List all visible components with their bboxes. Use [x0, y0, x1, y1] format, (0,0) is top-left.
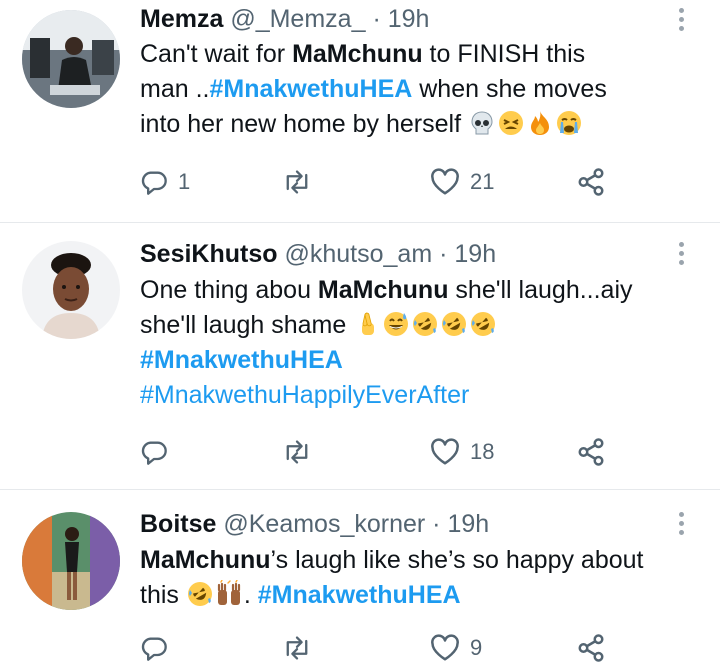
rofl-emoji — [471, 312, 496, 336]
hashtag-link[interactable]: #MnakwethuHappilyEverAfter — [140, 381, 469, 409]
display-name[interactable]: Boitse — [140, 510, 216, 538]
tweet-1[interactable]: Memza @_Memza_ · 19h Can't wait for MaMc… — [0, 0, 720, 222]
tweet-2[interactable]: SesiKhutso @khutso_am · 19h One thing ab… — [0, 223, 720, 489]
user-handle[interactable]: @khutso_am — [284, 240, 432, 268]
share-button[interactable] — [576, 432, 606, 472]
share-button[interactable] — [576, 162, 606, 202]
separator-dot: · — [432, 510, 441, 538]
tweet-text: MaMchunu’s laugh like she’s so happy abo… — [140, 546, 644, 609]
more-options-icon[interactable] — [672, 7, 692, 33]
avatar[interactable] — [22, 241, 120, 339]
reply-button[interactable] — [140, 628, 178, 668]
timestamp[interactable]: 19h — [454, 240, 496, 268]
hashtag-link[interactable]: #MnakwethuHEA — [209, 75, 412, 103]
mention-text: MaMchunu — [292, 40, 423, 68]
tweet-actions: 18 — [140, 432, 620, 472]
like-count: 21 — [470, 169, 495, 194]
reply-icon — [141, 171, 167, 195]
crossed-fingers-emoji — [362, 312, 375, 335]
avatar[interactable] — [22, 10, 120, 108]
tweet-text: One thing abou MaMchunu she'll laugh...a… — [140, 276, 633, 409]
tired-face-emoji — [498, 111, 523, 135]
rofl-emoji — [187, 582, 212, 606]
retweet-button[interactable] — [282, 628, 312, 668]
reply-button[interactable] — [140, 432, 178, 472]
share-icon — [578, 438, 604, 466]
share-icon — [578, 634, 604, 662]
avatar[interactable] — [22, 512, 120, 610]
separator-dot: · — [372, 5, 381, 33]
more-options-icon[interactable] — [672, 511, 692, 537]
heart-icon — [431, 168, 459, 195]
share-button[interactable] — [576, 628, 606, 668]
tweet-header: Memza @_Memza_ · 19h — [140, 4, 429, 34]
retweet-icon — [286, 636, 308, 660]
retweet-icon — [286, 440, 308, 464]
hashtag-link[interactable]: #MnakwethuHEA — [140, 346, 343, 374]
user-handle[interactable]: @_Memza_ — [230, 5, 365, 33]
share-icon — [578, 168, 604, 196]
mention-text: MaMchunu — [317, 276, 449, 304]
mention-text: MaMchunu — [140, 546, 271, 574]
like-button[interactable]: 9 — [430, 628, 482, 668]
rofl-emoji — [442, 312, 467, 336]
retweet-icon — [286, 170, 308, 194]
heart-icon — [431, 634, 459, 661]
more-options-icon[interactable] — [672, 241, 692, 267]
retweet-button[interactable] — [282, 162, 312, 202]
timestamp[interactable]: 19h — [447, 510, 489, 538]
crying-face-emoji — [556, 111, 581, 135]
tweet-header: SesiKhutso @khutso_am · 19h — [140, 239, 496, 269]
like-count: 18 — [470, 439, 495, 464]
user-handle[interactable]: @Keamos_korner — [223, 510, 425, 538]
skull-emoji — [471, 111, 493, 135]
grinning-sweat-emoji — [384, 312, 409, 336]
retweet-button[interactable] — [282, 432, 312, 472]
rofl-emoji — [413, 312, 438, 336]
reply-count: 1 — [178, 169, 191, 194]
timestamp[interactable]: 19h — [388, 5, 430, 33]
tweet-3[interactable]: Boitse @Keamos_korner · 19h MaMchunu’s l… — [0, 490, 720, 664]
reply-button[interactable]: 1 — [140, 162, 190, 202]
display-name[interactable]: SesiKhutso — [140, 240, 278, 268]
reply-icon — [141, 637, 167, 661]
like-button[interactable]: 18 — [430, 432, 494, 472]
display-name[interactable]: Memza — [140, 5, 223, 33]
like-button[interactable]: 21 — [430, 162, 494, 202]
hashtag-link[interactable]: #MnakwethuHEA — [258, 581, 461, 609]
separator-dot: · — [439, 240, 448, 268]
raising-hands-emoji — [217, 580, 240, 605]
heart-icon — [431, 438, 459, 465]
like-count: 9 — [470, 635, 483, 660]
tweet-header: Boitse @Keamos_korner · 19h — [140, 509, 489, 539]
fire-emoji — [530, 111, 549, 135]
reply-icon — [141, 441, 167, 465]
tweet-actions: 1 21 — [140, 162, 620, 202]
tweet-text: Can't wait for MaMchunu to FINISH this m… — [140, 40, 607, 138]
tweet-actions: 9 — [140, 628, 620, 668]
